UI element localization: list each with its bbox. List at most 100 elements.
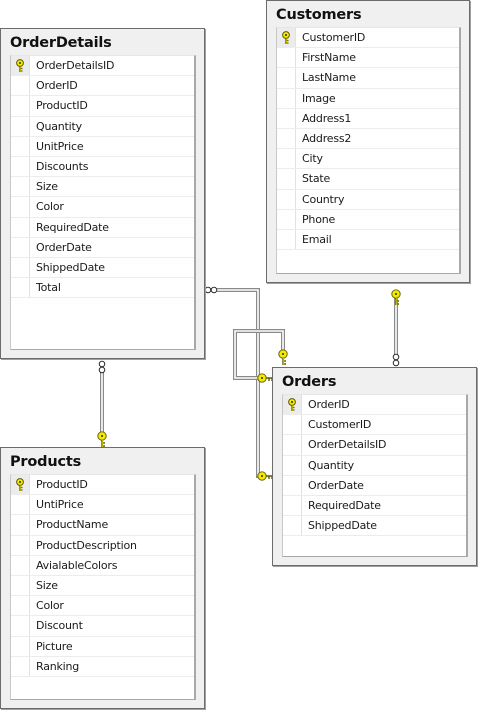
- column-row[interactable]: Discounts: [11, 156, 194, 178]
- column-name: UntiPrice: [36, 498, 84, 512]
- column-row[interactable]: ShippedDate: [283, 516, 466, 537]
- row-selector: [283, 455, 302, 475]
- column-row[interactable]: CustomerID: [277, 28, 459, 49]
- column-name: Color: [36, 599, 64, 613]
- column-row[interactable]: Total: [11, 278, 194, 299]
- column-name: Image: [302, 91, 336, 105]
- column-row[interactable]: UnitPrice: [11, 136, 194, 157]
- key-icon: [257, 373, 274, 383]
- column-row[interactable]: CustomerID: [283, 415, 466, 436]
- column-row[interactable]: City: [277, 149, 459, 170]
- column-name: CustomerID: [308, 418, 372, 432]
- column-row[interactable]: OrderDate: [11, 237, 194, 258]
- column-row[interactable]: Picture: [11, 636, 194, 657]
- row-selector: [11, 156, 30, 177]
- column-row[interactable]: OrderID: [283, 395, 466, 416]
- key-icon: [257, 471, 274, 481]
- column-row[interactable]: Address1: [277, 108, 459, 129]
- primary-key-icon: [288, 398, 296, 411]
- row-selector: [283, 516, 302, 536]
- row-selector: [11, 56, 30, 76]
- key-icon: [278, 349, 288, 366]
- column-row[interactable]: State: [277, 169, 459, 190]
- column-name: FirstName: [302, 51, 356, 65]
- column-name: OrderDetailsID: [36, 59, 115, 72]
- row-selector: [11, 116, 30, 136]
- row-selector: [11, 217, 30, 237]
- row-selector: [277, 189, 296, 209]
- table-orders[interactable]: Orders OrderID CustomerID OrderDetailsID Qu…: [272, 367, 477, 566]
- column-row[interactable]: Address2: [277, 128, 459, 150]
- row-selector: [277, 149, 296, 169]
- column-name: Size: [36, 578, 58, 592]
- key-icon: [97, 431, 107, 448]
- column-row[interactable]: Country: [277, 189, 459, 210]
- column-list: CustomerID FirstName LastName Image Address1…: [276, 27, 461, 274]
- table-customers[interactable]: Customers CustomerID FirstName LastName Ima…: [266, 0, 470, 283]
- row-selector: [283, 495, 302, 516]
- row-selector: [283, 395, 302, 415]
- column-name: Address1: [302, 111, 352, 125]
- column-name: Discounts: [36, 159, 89, 173]
- column-row[interactable]: Quantity: [11, 116, 194, 137]
- column-row[interactable]: AvialableColors: [11, 555, 194, 576]
- column-row[interactable]: RequiredDate: [11, 217, 194, 238]
- column-name: Discount: [36, 619, 83, 633]
- column-name: Phone: [302, 212, 336, 226]
- primary-key-icon: [282, 31, 290, 44]
- row-selector: [277, 128, 296, 149]
- column-list: ProductID UntiPrice ProductName ProductDesc…: [10, 474, 196, 700]
- column-row[interactable]: LastName: [277, 68, 459, 89]
- column-row[interactable]: Size: [11, 575, 194, 597]
- column-name: OrderDetailsID: [308, 438, 387, 452]
- row-selector: [277, 68, 296, 88]
- column-row[interactable]: Image: [277, 88, 459, 109]
- column-row[interactable]: Quantity: [283, 455, 466, 476]
- column-name: OrderDate: [36, 240, 92, 254]
- column-row[interactable]: Discount: [11, 616, 194, 637]
- column-row[interactable]: RequiredDate: [283, 495, 466, 517]
- column-name: Quantity: [36, 119, 82, 133]
- row-selector: [11, 515, 30, 535]
- column-name: Picture: [36, 639, 73, 653]
- table-title: Orders: [282, 374, 337, 390]
- column-name: CustomerID: [302, 31, 366, 44]
- column-row[interactable]: FirstName: [277, 48, 459, 69]
- row-selector: [11, 596, 30, 616]
- column-name: OrderID: [36, 79, 78, 93]
- column-name: Total: [36, 281, 61, 295]
- column-row[interactable]: UntiPrice: [11, 495, 194, 516]
- table-products[interactable]: Products ProductID UntiPrice ProductName Pr…: [0, 447, 205, 709]
- many-end-icon: [98, 360, 106, 374]
- many-end-icon: [204, 286, 218, 294]
- column-row[interactable]: OrderID: [11, 76, 194, 97]
- column-row[interactable]: Color: [11, 596, 194, 617]
- column-row[interactable]: ProductID: [11, 475, 194, 496]
- column-row[interactable]: Ranking: [11, 656, 194, 677]
- column-row[interactable]: ShippedDate: [11, 257, 194, 279]
- column-row[interactable]: Phone: [277, 209, 459, 230]
- column-row[interactable]: ProductDescription: [11, 535, 194, 556]
- column-name: UnitPrice: [36, 139, 84, 153]
- column-name: LastName: [302, 71, 356, 85]
- column-row[interactable]: OrderDate: [283, 475, 466, 496]
- many-end-icon: [392, 353, 400, 367]
- column-row[interactable]: ProductName: [11, 515, 194, 536]
- column-name: State: [302, 172, 331, 186]
- column-row[interactable]: Email: [277, 229, 459, 251]
- column-row[interactable]: Size: [11, 177, 194, 198]
- column-name: Size: [36, 180, 58, 194]
- column-row[interactable]: OrderDetailsID: [283, 435, 466, 456]
- relationship-orders-orderdetails[interactable]: [204, 286, 274, 481]
- relationship-products-orderdetails[interactable]: [97, 360, 107, 448]
- column-name: RequiredDate: [36, 220, 109, 234]
- column-row[interactable]: ProductID: [11, 96, 194, 117]
- row-selector: [11, 535, 30, 555]
- row-selector: [277, 88, 296, 108]
- column-row[interactable]: Color: [11, 197, 194, 218]
- column-row[interactable]: OrderDetailsID: [11, 56, 194, 77]
- relationship-customers-orders[interactable]: [391, 289, 401, 367]
- row-selector: [11, 278, 30, 298]
- table-orderdetails[interactable]: OrderDetails OrderDetailsID OrderID Produc…: [0, 28, 205, 359]
- column-list: OrderID CustomerID OrderDetailsID Quantity O…: [282, 394, 468, 557]
